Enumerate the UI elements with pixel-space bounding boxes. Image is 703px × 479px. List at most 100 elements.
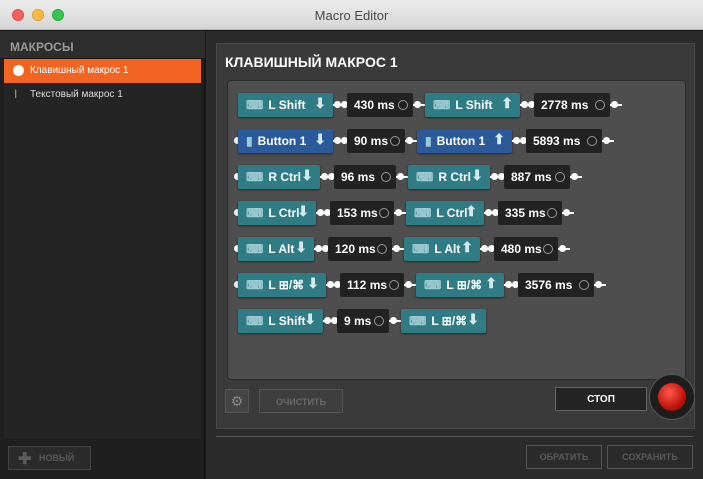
- key-label: Button 1: [257, 134, 307, 148]
- connector-dot: [334, 137, 341, 144]
- record-button[interactable]: [649, 374, 695, 420]
- macro-row: ⌨ L Shift ⬇ 9 ms ⌨ L ⊞/⌘ ⬇: [228, 309, 687, 333]
- delay-event[interactable]: 9 ms: [337, 309, 389, 333]
- arrow-down-icon: ⬇: [471, 167, 483, 183]
- key-event[interactable]: ⌨ L Shift ⬆: [425, 93, 520, 117]
- keyboard-icon: ⌨: [246, 98, 264, 112]
- connector-dot: [595, 281, 602, 288]
- gear-icon: ⚙: [230, 393, 244, 409]
- delay-event[interactable]: 153 ms: [330, 201, 394, 225]
- clock-icon: [398, 100, 408, 110]
- delay-label: 335 ms: [505, 206, 546, 220]
- macro-list: Клавишный макрос 1 I Текстовый макрос 1: [4, 59, 201, 439]
- mouse-icon: ▮: [246, 134, 253, 148]
- macro-row: ⌨ L ⊞/⌘ ⬇ 112 ms ⌨ L ⊞/⌘ ⬆ 3576 ms: [228, 273, 687, 297]
- connector-dot: [390, 317, 397, 324]
- new-macro-button[interactable]: ✚ НОВЫЙ: [8, 446, 91, 470]
- delay-label: 120 ms: [335, 242, 376, 256]
- revert-button[interactable]: ОБРАТИТЬ: [526, 445, 602, 469]
- ibeam-icon: I: [14, 87, 18, 101]
- clear-button[interactable]: ОЧИСТИТЬ: [259, 389, 343, 413]
- mouse-icon: ▮: [425, 134, 432, 148]
- sidebar: МАКРОСЫ Клавишный макрос 1 I Текстовый м…: [0, 31, 205, 479]
- key-label: Button 1: [436, 134, 486, 148]
- delay-event[interactable]: 5893 ms: [526, 129, 602, 153]
- keyboard-icon: ⌨: [416, 170, 434, 184]
- key-event[interactable]: ⌨ L ⊞/⌘ ⬇: [401, 309, 486, 333]
- macro-row: ⌨ R Ctrl ⬇ 96 ms ⌨ R Ctrl ⬇ 887 ms: [228, 165, 687, 189]
- clock-icon: [579, 280, 589, 290]
- connector-dot: [397, 173, 404, 180]
- delay-event[interactable]: 3576 ms: [518, 273, 594, 297]
- key-event[interactable]: ⌨ R Ctrl ⬇: [238, 165, 320, 189]
- key-event[interactable]: ⌨ L Alt ⬆: [404, 237, 480, 261]
- key-event[interactable]: ⌨ L Ctrl ⬇: [238, 201, 316, 225]
- connector-dot: [521, 101, 528, 108]
- key-label: L Shift: [268, 98, 306, 112]
- delay-event[interactable]: 430 ms: [347, 93, 413, 117]
- connector-dot: [327, 281, 334, 288]
- arrow-down-icon: ⬇: [295, 239, 307, 255]
- macro-row: ▮ Button 1 ⬇ 90 ms ▮ Button 1 ⬆ 5893 ms: [228, 129, 687, 153]
- key-event[interactable]: ⌨ L ⊞/⌘ ⬆: [416, 273, 504, 297]
- delay-event[interactable]: 2778 ms: [534, 93, 610, 117]
- delay-event[interactable]: 120 ms: [328, 237, 392, 261]
- connector-dot: [321, 173, 328, 180]
- keyboard-icon: ⌨: [246, 170, 264, 184]
- key-label: L Ctrl: [268, 206, 300, 220]
- arrow-down-icon: ⬇: [314, 95, 326, 111]
- key-event[interactable]: ⌨ L Shift ⬇: [238, 309, 323, 333]
- delay-label: 430 ms: [354, 98, 395, 112]
- connector-dot: [563, 209, 570, 216]
- delay-event[interactable]: 96 ms: [334, 165, 396, 189]
- connector-dot: [315, 245, 322, 252]
- clock-icon: [389, 280, 399, 290]
- arrow-up-icon: ⬆: [465, 203, 477, 219]
- key-label: L ⊞/⌘: [268, 278, 305, 292]
- title-bar: Macro Editor: [0, 0, 703, 30]
- sidebar-header: МАКРОСЫ: [0, 31, 205, 59]
- clock-icon: [381, 172, 391, 182]
- arrow-up-icon: ⬆: [493, 131, 505, 147]
- key-event[interactable]: ⌨ R Ctrl ⬇: [408, 165, 490, 189]
- keyboard-icon: ⌨: [414, 206, 432, 220]
- delay-event[interactable]: 887 ms: [504, 165, 570, 189]
- arrow-up-icon: ⬆: [461, 239, 473, 255]
- key-event[interactable]: ▮ Button 1 ⬆: [417, 129, 512, 153]
- connector-dot: [317, 209, 324, 216]
- key-label: R Ctrl: [438, 170, 471, 184]
- delay-event[interactable]: 335 ms: [498, 201, 562, 225]
- arrow-down-icon: ⬇: [297, 203, 309, 219]
- keyboard-icon: ⌨: [246, 206, 264, 220]
- key-event[interactable]: ⌨ L Shift ⬇: [238, 93, 333, 117]
- connector-dot: [414, 101, 421, 108]
- key-event[interactable]: ⌨ L ⊞/⌘ ⬇: [238, 273, 326, 297]
- connector-dot: [559, 245, 566, 252]
- arrow-down-icon: ⬇: [301, 167, 313, 183]
- divider: [216, 436, 693, 437]
- sidebar-item-keyboard-macro[interactable]: Клавишный макрос 1: [4, 59, 201, 83]
- delay-event[interactable]: 90 ms: [347, 129, 405, 153]
- delay-label: 90 ms: [354, 134, 389, 148]
- key-label: L Shift: [455, 98, 493, 112]
- key-label: L Shift: [268, 314, 306, 328]
- delay-event[interactable]: 112 ms: [340, 273, 404, 297]
- key-event[interactable]: ⌨ L Alt ⬇: [238, 237, 314, 261]
- key-event[interactable]: ▮ Button 1 ⬇: [238, 129, 333, 153]
- settings-button[interactable]: ⚙: [225, 389, 249, 413]
- keyboard-icon: ⌨: [246, 314, 264, 328]
- keyboard-icon: ⌨: [433, 98, 451, 112]
- save-button[interactable]: СОХРАНИТЬ: [607, 445, 693, 469]
- delay-label: 3576 ms: [525, 278, 573, 292]
- delay-event[interactable]: 480 ms: [494, 237, 558, 261]
- key-event[interactable]: ⌨ L Ctrl ⬆: [406, 201, 484, 225]
- connector-dot: [505, 281, 512, 288]
- key-label: R Ctrl: [268, 170, 301, 184]
- sidebar-item-text-macro[interactable]: I Текстовый макрос 1: [4, 83, 201, 107]
- record-indicator-icon: [658, 383, 686, 411]
- key-label: L Alt: [268, 242, 295, 256]
- arrow-down-icon: ⬇: [314, 131, 326, 147]
- keyboard-icon: ⌨: [412, 242, 430, 256]
- stop-button[interactable]: СТОП: [555, 387, 647, 411]
- delay-label: 480 ms: [501, 242, 542, 256]
